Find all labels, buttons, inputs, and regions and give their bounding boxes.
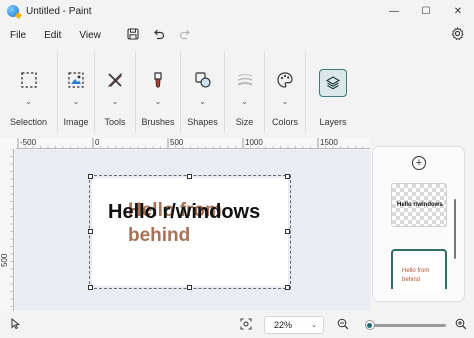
size-group[interactable]: ⌄ Size xyxy=(225,52,265,132)
resize-handle[interactable] xyxy=(88,174,93,179)
fit-to-window-icon[interactable] xyxy=(240,318,252,333)
zoom-level-dropdown[interactable]: 22% ⌄ xyxy=(264,316,324,334)
ruler-label: 1000 xyxy=(245,138,263,147)
layer-thumbnail-selected[interactable]: Hello from behind xyxy=(391,249,447,289)
resize-handle[interactable] xyxy=(88,229,93,234)
shapes-label: Shapes xyxy=(187,117,218,127)
tools-label: Tools xyxy=(104,117,126,127)
resize-handle[interactable] xyxy=(285,174,290,179)
title-bar: Untitled - Paint — ☐ ✕ xyxy=(0,0,474,22)
brushes-label: Brushes xyxy=(141,117,175,127)
zoom-slider-thumb[interactable] xyxy=(364,320,375,330)
tools-group[interactable]: ⌄ Tools xyxy=(95,52,136,132)
layers-group[interactable]: Layers xyxy=(306,52,360,132)
layer-thumbnail[interactable]: Hello r/windows xyxy=(391,183,447,227)
resize-handle[interactable] xyxy=(187,285,192,290)
save-icon[interactable] xyxy=(120,27,146,43)
chevron-down-icon: ⌄ xyxy=(111,97,119,106)
zoom-slider[interactable] xyxy=(365,324,446,327)
chevron-down-icon: ⌄ xyxy=(199,97,206,106)
menu-view[interactable]: View xyxy=(70,30,110,41)
chevron-down-icon: ⌄ xyxy=(281,97,289,106)
redo-icon[interactable] xyxy=(172,28,198,43)
zoom-in-icon[interactable] xyxy=(455,318,467,333)
maximize-button[interactable]: ☐ xyxy=(410,0,442,22)
selection-icon xyxy=(18,69,40,91)
chevron-down-icon: ⌄ xyxy=(241,97,248,106)
horizontal-ruler: -500 0 500 1000 1500 xyxy=(16,138,370,149)
image-label: Image xyxy=(63,117,89,127)
colors-label: Colors xyxy=(271,117,298,127)
ruler-label: 1500 xyxy=(320,138,338,147)
zoom-out-icon[interactable] xyxy=(337,318,349,333)
resize-handle[interactable] xyxy=(285,229,290,234)
shapes-group[interactable]: ⌄ Shapes xyxy=(181,52,225,132)
resize-handle[interactable] xyxy=(88,285,93,290)
menu-file[interactable]: File xyxy=(0,30,35,41)
menu-edit[interactable]: Edit xyxy=(35,30,70,41)
menu-bar: File Edit View xyxy=(0,22,474,48)
size-label: Size xyxy=(235,117,254,127)
resize-handle[interactable] xyxy=(187,174,192,179)
ruler-corner xyxy=(0,138,16,149)
vertical-ruler: 500 xyxy=(0,149,14,311)
chevron-down-icon: ⌄ xyxy=(72,97,80,106)
shapes-icon xyxy=(192,69,214,91)
selection-label: Selection xyxy=(9,117,48,127)
brushes-group[interactable]: ⌄ Brushes xyxy=(136,52,181,132)
image-icon xyxy=(65,69,87,91)
window-title: Untitled - Paint xyxy=(26,5,92,17)
settings-gear-icon[interactable] xyxy=(451,26,464,43)
ruler-label: 500 xyxy=(0,253,9,267)
palette-icon xyxy=(274,69,296,91)
brush-icon xyxy=(147,69,169,91)
paint-app-icon xyxy=(7,5,19,17)
tools-icon xyxy=(104,69,126,91)
pointer-icon xyxy=(10,317,21,332)
ribbon-toolbar: ⌄ Selection ⌄ Image ⌄ Tools ⌄ Brushes ⌄ … xyxy=(0,52,474,132)
ruler-label: -500 xyxy=(20,138,37,147)
close-button[interactable]: ✕ xyxy=(442,0,474,22)
layer-thumbnail-text: Hello r/windows xyxy=(397,202,443,208)
selection-group[interactable]: ⌄ Selection xyxy=(0,52,58,132)
top-layer-text: Hello r/windows xyxy=(108,201,261,223)
colors-group[interactable]: ⌄ Colors xyxy=(265,52,306,132)
resize-handle[interactable] xyxy=(285,285,290,290)
chevron-down-icon: ⌄ xyxy=(311,322,317,329)
drawing-canvas[interactable]: Hello from behind Hello r/windows xyxy=(89,175,291,289)
size-icon xyxy=(234,69,256,91)
minimize-button[interactable]: — xyxy=(378,0,410,22)
ruler-label: 500 xyxy=(170,138,184,147)
layer-thumbnail-text: Hello from behind xyxy=(402,268,430,283)
panel-scrollbar[interactable] xyxy=(454,199,456,259)
image-group[interactable]: ⌄ Image xyxy=(58,52,95,132)
add-layer-icon[interactable]: + xyxy=(412,156,426,170)
layers-label: Layers xyxy=(319,117,347,127)
layers-panel: + Hello r/windows Hello from behind xyxy=(372,146,465,302)
undo-icon[interactable] xyxy=(146,28,172,43)
ruler-label: 0 xyxy=(95,138,100,147)
layers-icon[interactable] xyxy=(319,69,347,97)
chevron-down-icon: ⌄ xyxy=(25,97,32,106)
chevron-down-icon: ⌄ xyxy=(154,97,162,106)
zoom-value: 22% xyxy=(274,320,293,330)
